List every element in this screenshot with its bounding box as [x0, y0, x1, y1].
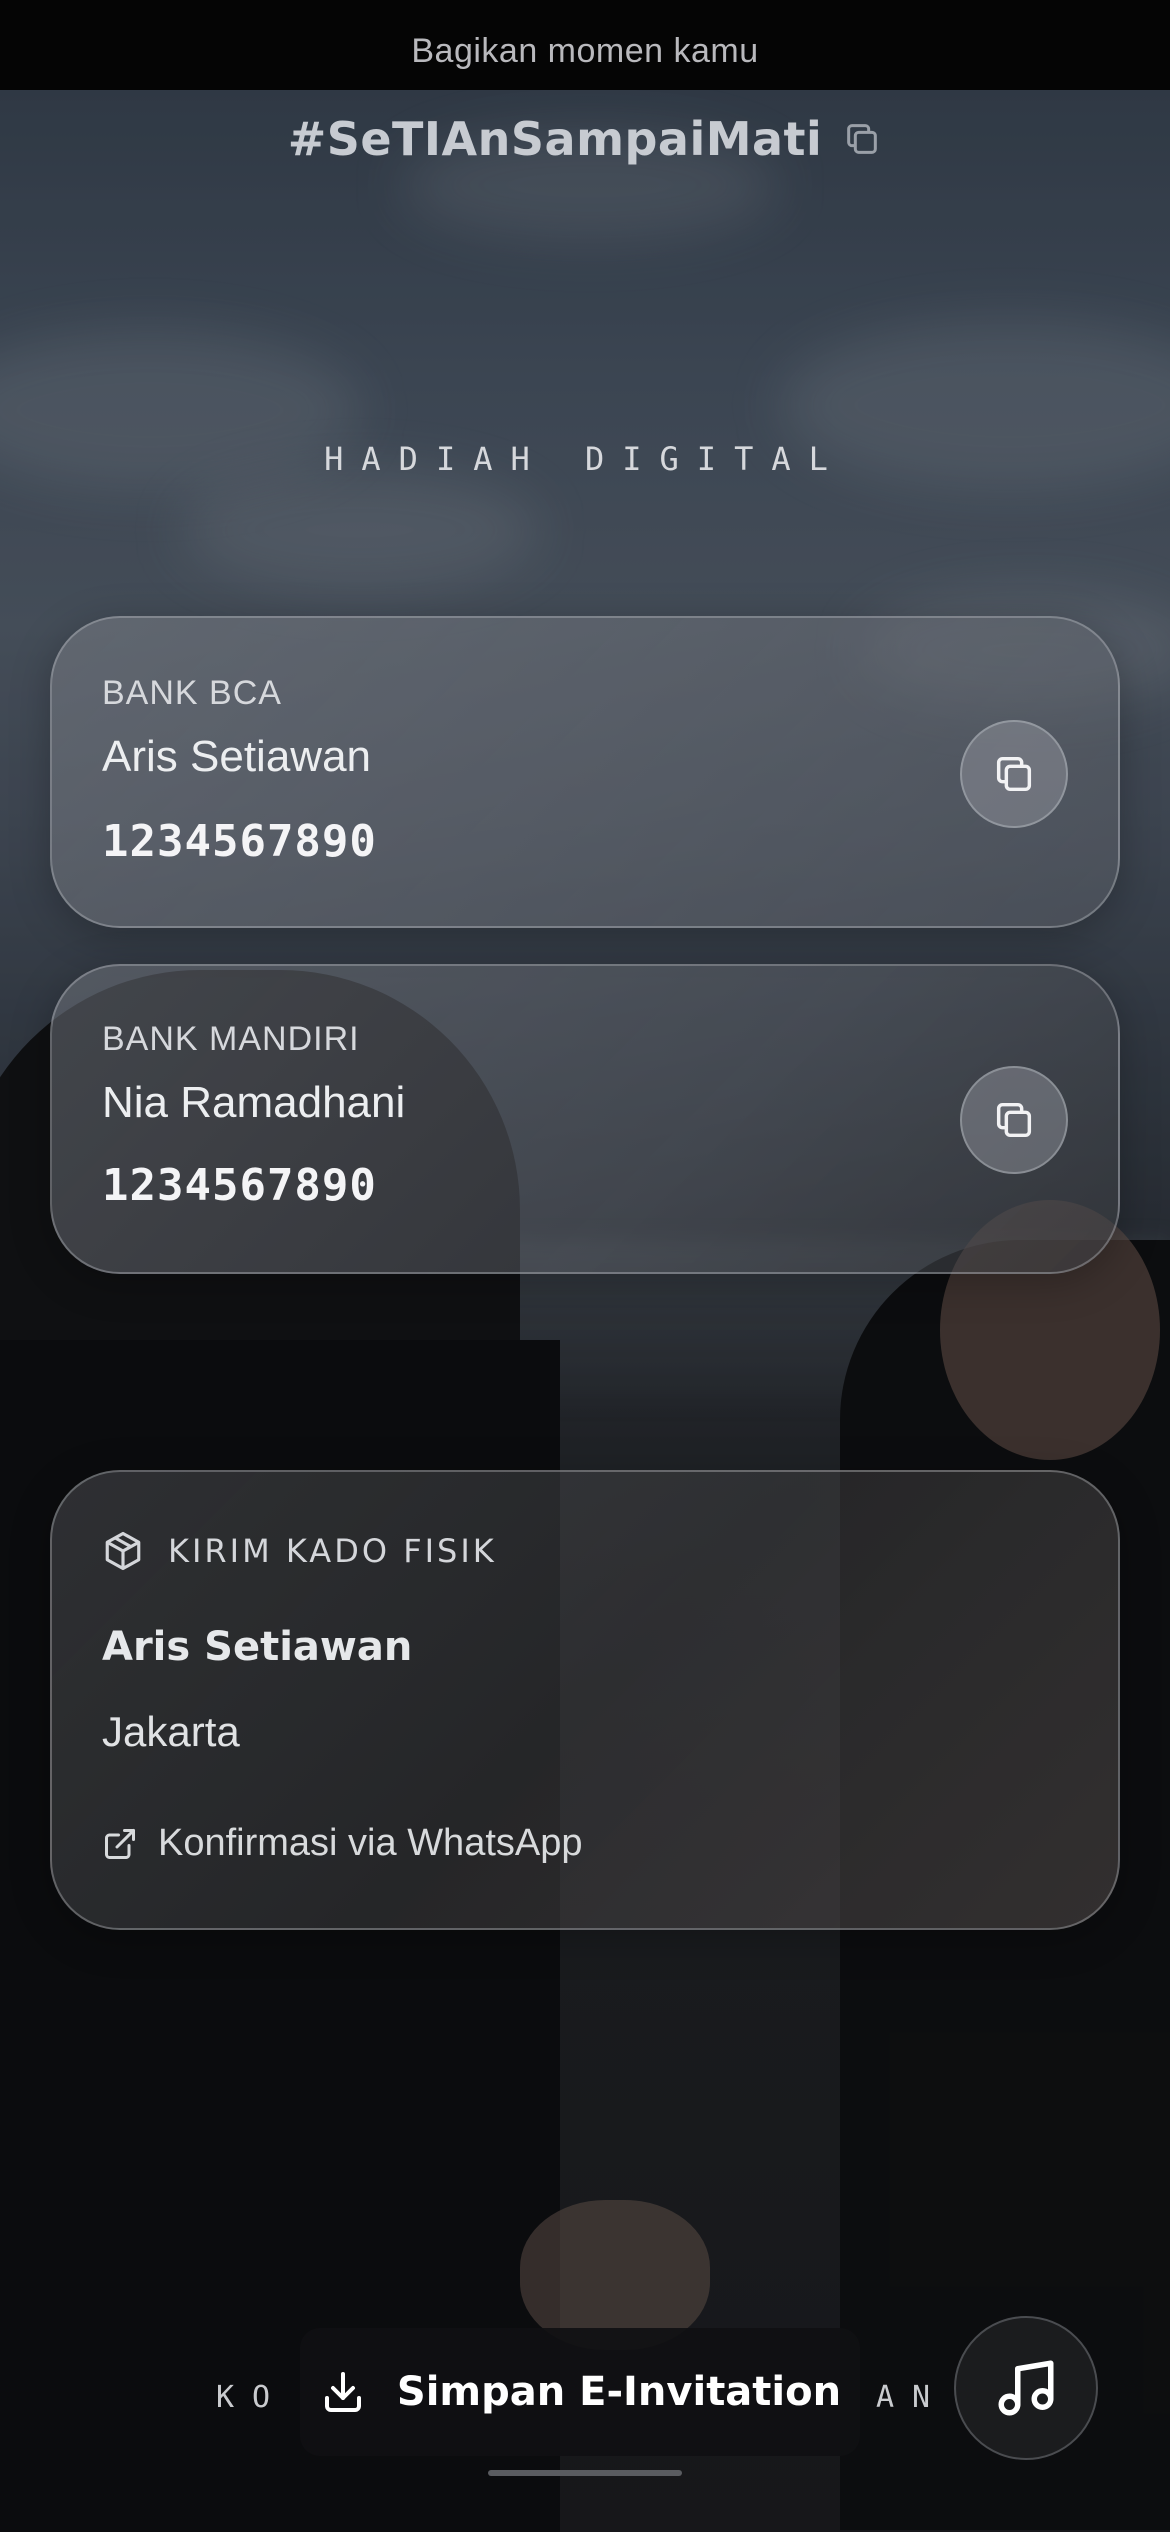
bank-name: BANK BCA	[102, 674, 282, 712]
copy-icon	[996, 1102, 1032, 1138]
music-toggle-button[interactable]	[954, 2316, 1098, 2460]
save-invitation-button[interactable]: Simpan E-Invitation	[300, 2328, 860, 2456]
hashtag-text: #SeTIAnSampaiMati	[287, 112, 823, 166]
copy-icon[interactable]	[842, 119, 882, 159]
whatsapp-confirm-label: Konfirmasi via WhatsApp	[158, 1822, 583, 1864]
download-icon	[324, 2372, 361, 2412]
whatsapp-confirm-link[interactable]: Konfirmasi via WhatsApp	[102, 1822, 583, 1865]
account-number: 1234567890	[102, 1160, 377, 1211]
hashtag-row[interactable]: #SeTIAnSampaiMati	[0, 112, 1170, 166]
share-banner: Bagikan momen kamu	[0, 0, 1170, 90]
copy-account-button[interactable]	[960, 1066, 1068, 1174]
home-indicator	[488, 2470, 682, 2476]
package-icon	[105, 1531, 141, 1571]
account-holder: Nia Ramadhani	[102, 1078, 406, 1127]
footer-text-right: AN	[876, 2380, 949, 2415]
section-title: HADIAH DIGITAL	[324, 440, 846, 478]
bank-card-mandiri: BANK MANDIRI Nia Ramadhani 1234567890	[50, 964, 1120, 1274]
bank-card-bca: BANK BCA Aris Setiawan 1234567890	[50, 616, 1120, 928]
physical-gift-header: KIRIM KADO FISIK	[102, 1530, 497, 1572]
copy-account-button[interactable]	[960, 720, 1068, 828]
share-banner-text: Bagikan momen kamu	[411, 31, 759, 70]
account-number: 1234567890	[102, 816, 377, 867]
account-holder: Aris Setiawan	[102, 732, 372, 781]
copy-icon	[996, 756, 1032, 792]
recipient-name: Aris Setiawan	[102, 1624, 413, 1670]
physical-gift-card: KIRIM KADO FISIK Aris Setiawan Jakarta K…	[50, 1470, 1120, 1930]
footer-text-left: KO	[216, 2380, 289, 2415]
physical-gift-title: KIRIM KADO FISIK	[168, 1532, 497, 1570]
music-note-icon	[998, 2360, 1054, 2416]
save-invitation-label: Simpan E-Invitation	[396, 2369, 842, 2415]
external-link-icon	[105, 1828, 135, 1859]
bank-name: BANK MANDIRI	[102, 1020, 360, 1058]
recipient-city: Jakarta	[102, 1708, 240, 1755]
